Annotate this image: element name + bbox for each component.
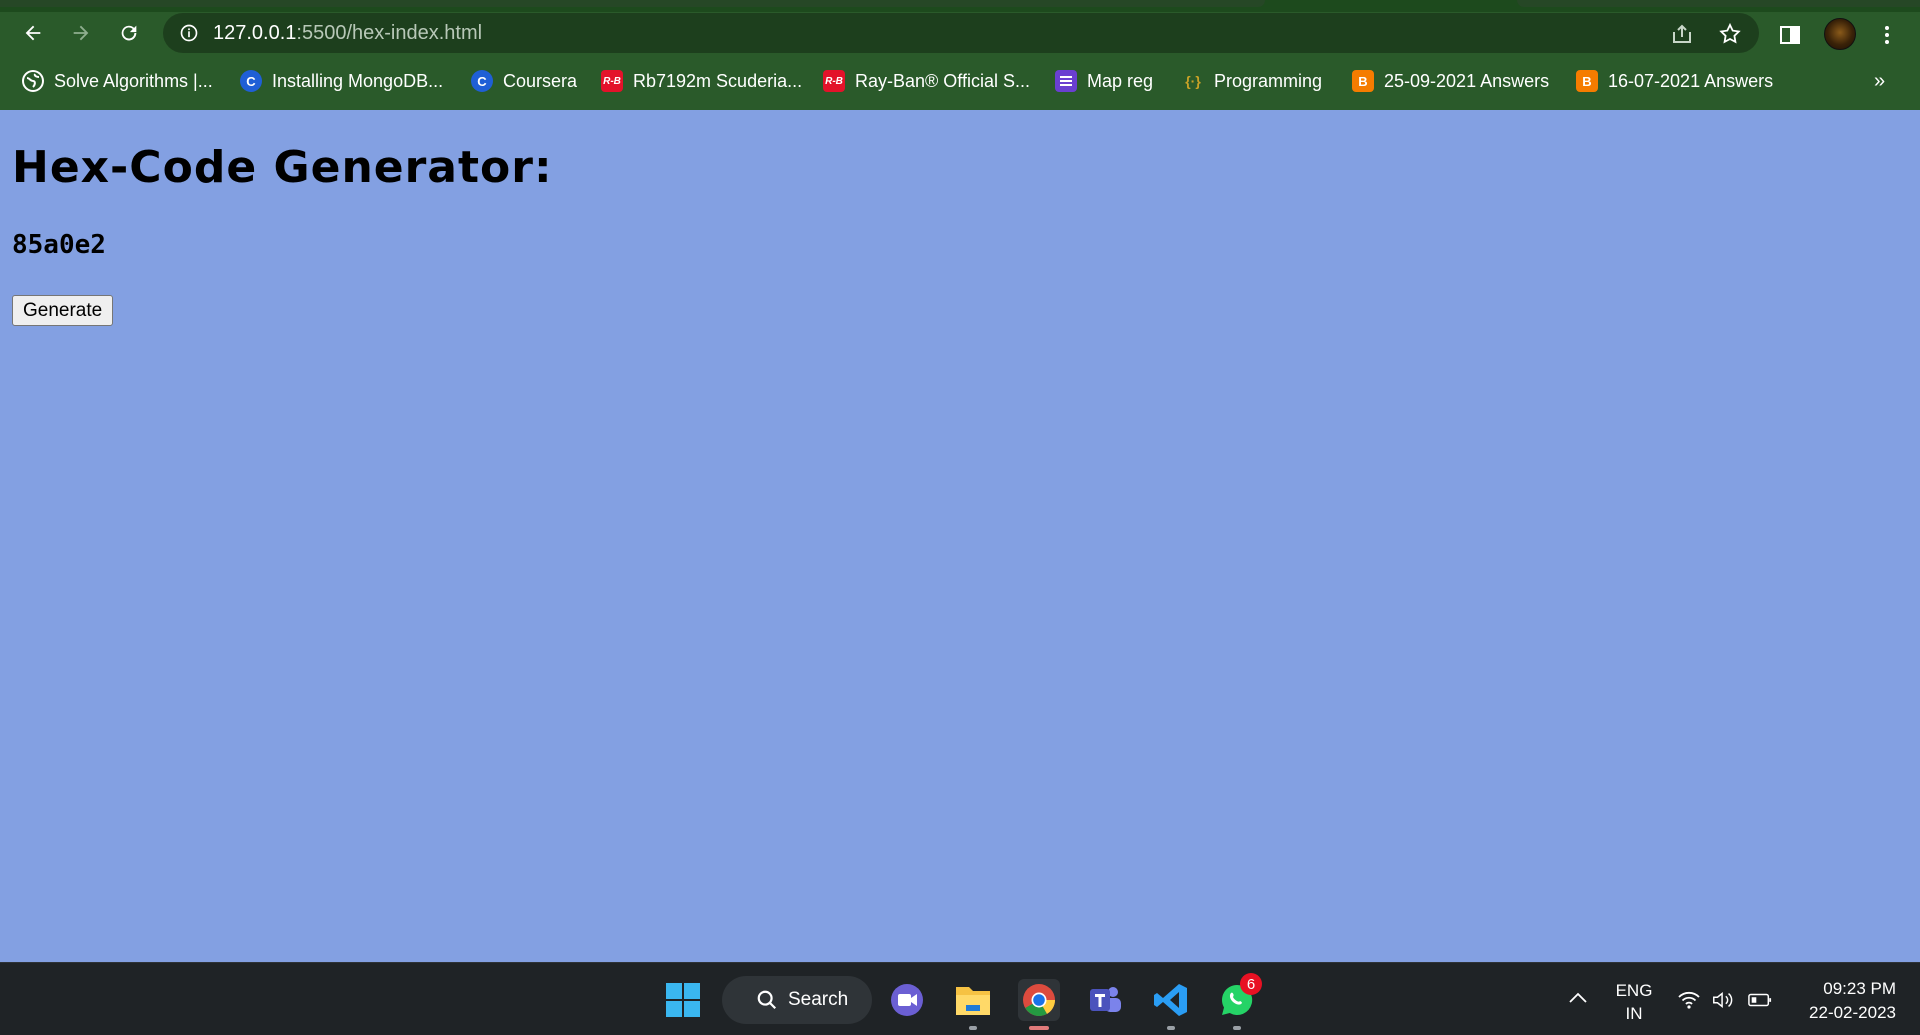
generate-button[interactable]: Generate <box>12 295 114 326</box>
blogger-icon: B <box>1352 70 1374 92</box>
browser-chrome: 127.0.0.1:5500/hex-index.html Solve Algo… <box>0 0 1920 110</box>
active-indicator <box>1029 1026 1049 1030</box>
forward-button[interactable] <box>64 16 98 50</box>
bookmark-item[interactable]: Map reg <box>1055 66 1153 96</box>
taskbar-whatsapp[interactable]: 6 <box>1216 973 1262 1030</box>
bookmark-label: 25-09-2021 Answers <box>1384 70 1550 91</box>
bookmark-label: Installing MongoDB... <box>272 70 444 91</box>
info-icon[interactable] <box>179 23 199 43</box>
taskbar-search[interactable]: Search <box>722 976 872 1024</box>
browser-toolbar: 127.0.0.1:5500/hex-index.html <box>0 10 1920 56</box>
battery-status[interactable] <box>1748 989 1772 1011</box>
code-braces-icon: {·} <box>1185 73 1201 89</box>
bookmark-label: Programming <box>1214 70 1323 91</box>
tab-edge <box>1517 0 1920 7</box>
clock-date: 22-02-2023 <box>1809 1003 1896 1022</box>
url-text[interactable]: 127.0.0.1:5500/hex-index.html <box>213 13 482 53</box>
bookmark-item[interactable]: C Installing MongoDB... <box>240 66 443 96</box>
list-icon <box>1055 70 1077 92</box>
bookmark-label: Coursera <box>503 70 578 91</box>
windows-taskbar: Search 6 ENG IN 09:23 PM 22-02-2023 <box>0 962 1920 1035</box>
lang-code: ENG <box>1615 981 1653 1000</box>
running-indicator <box>1167 1026 1175 1030</box>
system-clock[interactable]: 09:23 PM 22-02-2023 <box>1786 977 1896 1025</box>
bookmark-label: Ray-Ban® Official S... <box>855 70 1030 91</box>
lang-region: IN <box>1625 1004 1643 1023</box>
bookmark-item[interactable]: {·} Programming <box>1182 66 1322 96</box>
back-button[interactable] <box>16 16 50 50</box>
chrome-icon <box>1023 984 1055 1017</box>
wifi-status[interactable] <box>1677 989 1701 1011</box>
reload-icon <box>121 25 137 41</box>
url-host: 127.0.0.1 <box>213 22 297 44</box>
taskbar-file-explorer[interactable] <box>952 979 994 1030</box>
volume-status[interactable] <box>1711 989 1735 1011</box>
clock-time: 09:23 PM <box>1823 979 1896 998</box>
share-button[interactable] <box>1669 21 1695 47</box>
bookmark-item[interactable]: B 16-07-2021 Answers <box>1576 66 1773 96</box>
vscode-icon <box>1154 984 1187 1016</box>
rayban-icon: R-B <box>601 70 623 92</box>
bookmarks-overflow-button[interactable]: » <box>1874 70 1885 93</box>
bookmark-label: Rb7192m Scuderia... <box>633 70 803 91</box>
bookmark-label: Solve Algorithms |... <box>54 70 213 91</box>
bookmark-item[interactable]: C Coursera <box>471 66 577 96</box>
bookmark-item[interactable]: B 25-09-2021 Answers <box>1352 66 1549 96</box>
reload-button[interactable] <box>112 16 146 50</box>
star-icon <box>1719 22 1741 44</box>
arrow-left-icon <box>25 25 41 41</box>
address-bar[interactable]: 127.0.0.1:5500/hex-index.html <box>163 13 1759 53</box>
rayban-icon: R-B <box>823 70 845 92</box>
bookmark-item[interactable]: Solve Algorithms |... <box>22 66 213 96</box>
battery-icon <box>1748 993 1772 1007</box>
bookmark-star-button[interactable] <box>1717 21 1743 47</box>
start-button[interactable] <box>662 979 704 1021</box>
bookmark-label: 16-07-2021 Answers <box>1608 70 1774 91</box>
teams-icon <box>1090 987 1121 1012</box>
bookmark-item[interactable]: R-B Ray-Ban® Official S... <box>823 66 1030 96</box>
globe-icon <box>22 70 44 92</box>
folder-icon <box>956 987 990 1015</box>
hex-code-value: 85a0e2 <box>12 230 106 260</box>
page-body: Hex-Code Generator: 85a0e2 Generate <box>0 110 1920 962</box>
taskbar-teams[interactable] <box>1084 979 1126 1021</box>
blogger-icon: B <box>1576 70 1598 92</box>
browser-menu-button[interactable] <box>1874 22 1900 48</box>
side-panel-button[interactable] <box>1777 22 1803 48</box>
taskbar-vscode[interactable] <box>1150 979 1192 1030</box>
kebab-menu-icon <box>1885 26 1889 44</box>
share-icon <box>1673 24 1691 43</box>
input-language[interactable]: ENG IN <box>1612 979 1656 1025</box>
profile-avatar[interactable] <box>1824 18 1856 50</box>
chevron-up-icon <box>1569 992 1587 1003</box>
wifi-icon <box>1678 991 1700 1009</box>
running-indicator <box>969 1026 977 1030</box>
search-icon <box>757 990 777 1010</box>
side-panel-icon <box>1780 26 1800 44</box>
running-indicator <box>1233 1026 1241 1030</box>
meet-chat-icon <box>891 984 923 1016</box>
arrow-right-icon <box>73 25 89 41</box>
url-path: :5500/hex-index.html <box>296 22 483 44</box>
bookmarks-bar: Solve Algorithms |... C Installing Mongo… <box>0 62 1920 100</box>
bookmark-item[interactable]: R-B Rb7192m Scuderia... <box>601 66 802 96</box>
coursera-icon: C <box>240 70 262 92</box>
bookmark-label: Map reg <box>1087 70 1154 91</box>
search-label: Search <box>788 989 849 1010</box>
windows-logo-icon <box>666 983 700 1017</box>
notification-badge: 6 <box>1240 973 1262 995</box>
tab-edge <box>0 0 1265 7</box>
coursera-icon: C <box>471 70 493 92</box>
speaker-icon <box>1713 992 1733 1008</box>
page-title: Hex-Code Generator: <box>12 142 553 193</box>
show-hidden-icons-button[interactable] <box>1568 991 1588 1010</box>
taskbar-meet-app[interactable] <box>886 979 928 1021</box>
taskbar-chrome[interactable] <box>1018 979 1060 1030</box>
